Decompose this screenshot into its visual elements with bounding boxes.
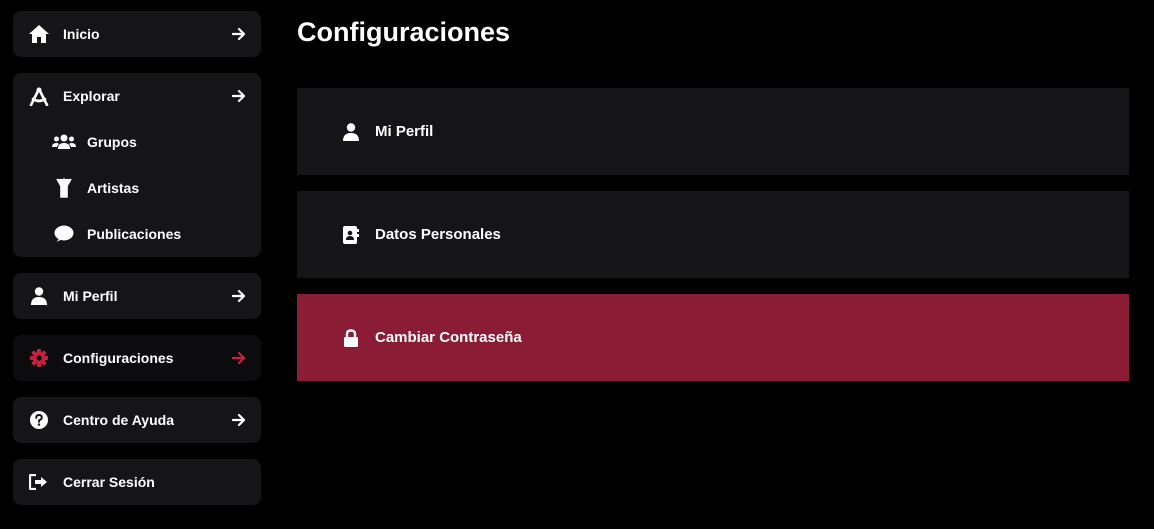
sidebar-subitem-label: Publicaciones: [87, 226, 182, 242]
sidebar-item-explorar[interactable]: Explorar: [13, 73, 261, 119]
sidebar-item-label: Centro de Ayuda: [63, 412, 174, 428]
nav-card-home: Inicio: [13, 11, 261, 57]
nav-card-help: Centro de Ayuda: [13, 397, 261, 443]
nav-card-settings: Configuraciones: [13, 335, 261, 381]
compass-icon: [28, 85, 50, 107]
settings-option-mi-perfil[interactable]: Mi Perfil: [297, 88, 1129, 175]
sidebar-item-label: Configuraciones: [63, 350, 174, 366]
arrow-right-icon: [231, 88, 247, 104]
sidebar-item-label: Mi Perfil: [63, 288, 118, 304]
sidebar-item-label: Explorar: [63, 88, 120, 104]
nav-card-explore: Explorar Grupos Artistas Publicaciones: [13, 73, 261, 257]
sidebar-subitem-label: Grupos: [87, 134, 137, 150]
user-icon: [28, 285, 50, 307]
home-icon: [28, 23, 50, 45]
address-book-icon: [342, 225, 360, 245]
settings-option-cambiar-contrasena[interactable]: Cambiar Contraseña: [297, 294, 1129, 381]
arrow-right-icon: [231, 26, 247, 42]
sidebar-item-configuraciones[interactable]: Configuraciones: [13, 335, 261, 381]
sidebar-subitem-artistas[interactable]: Artistas: [13, 165, 261, 211]
sidebar-item-mi-perfil[interactable]: Mi Perfil: [13, 273, 261, 319]
sidebar-item-inicio[interactable]: Inicio: [13, 11, 261, 57]
main-content: Configuraciones Mi Perfil Datos Personal…: [297, 0, 1129, 397]
sidebar-subitem-grupos[interactable]: Grupos: [13, 119, 261, 165]
arrow-right-icon: [231, 412, 247, 428]
user-icon: [342, 122, 360, 142]
arrow-right-icon: [231, 350, 247, 366]
settings-option-label: Cambiar Contraseña: [375, 329, 522, 346]
gear-icon: [28, 347, 50, 369]
sidebar-subitem-label: Artistas: [87, 180, 140, 196]
sidebar: Inicio Explorar Grupos Artistas Publicac…: [13, 11, 261, 521]
sidebar-item-label: Inicio: [63, 26, 100, 42]
comment-icon: [52, 223, 76, 245]
arrow-right-icon: [231, 288, 247, 304]
settings-option-label: Mi Perfil: [375, 123, 434, 140]
users-icon: [52, 131, 76, 153]
settings-options: Mi Perfil Datos Personales Cambiar Contr…: [297, 88, 1129, 381]
lock-icon: [342, 328, 360, 348]
person-arms-up-icon: [52, 177, 76, 199]
question-circle-icon: [28, 409, 50, 431]
sidebar-item-centro-de-ayuda[interactable]: Centro de Ayuda: [13, 397, 261, 443]
settings-option-datos-personales[interactable]: Datos Personales: [297, 191, 1129, 278]
sidebar-item-cerrar-sesion[interactable]: Cerrar Sesión: [13, 459, 261, 505]
page-title: Configuraciones: [297, 17, 511, 47]
sign-out-icon: [28, 471, 50, 493]
sidebar-item-label: Cerrar Sesión: [63, 474, 155, 490]
nav-card-profile: Mi Perfil: [13, 273, 261, 319]
sidebar-subitem-publicaciones[interactable]: Publicaciones: [13, 211, 261, 257]
nav-card-logout: Cerrar Sesión: [13, 459, 261, 505]
settings-option-label: Datos Personales: [375, 226, 501, 243]
